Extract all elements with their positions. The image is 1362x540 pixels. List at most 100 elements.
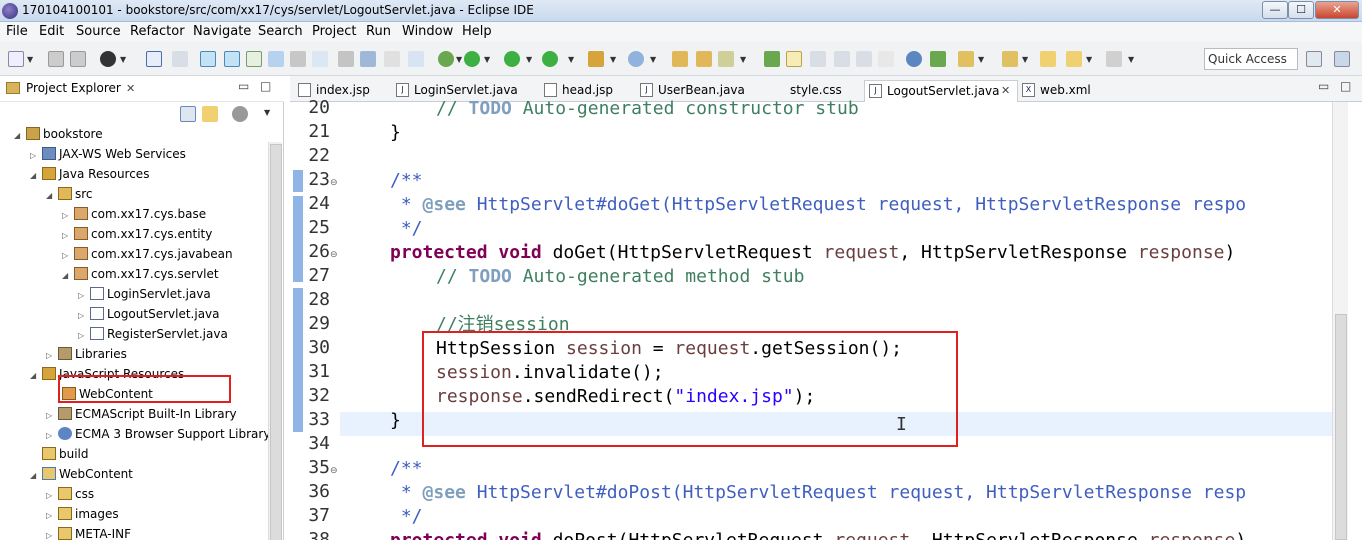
coverage-icon[interactable] bbox=[504, 51, 520, 67]
forward-icon[interactable] bbox=[1106, 51, 1122, 67]
menu-window[interactable]: Window bbox=[402, 24, 453, 39]
tree-item-ecmascript-lib[interactable]: ▷ ECMAScript Built-In Library bbox=[46, 404, 237, 424]
tree-item-libraries[interactable]: ▷ Libraries bbox=[46, 344, 127, 364]
tree-item-package-entity[interactable]: ▷ com.xx17.cys.entity bbox=[62, 224, 212, 244]
collapse-arrow-icon[interactable]: ◢ bbox=[30, 166, 42, 186]
tree-item-java-resources[interactable]: ◢ Java Resources bbox=[30, 164, 149, 184]
next-annotation-icon[interactable] bbox=[930, 51, 946, 67]
quick-access-input[interactable]: Quick Access bbox=[1204, 48, 1298, 70]
external-tools-icon[interactable] bbox=[290, 51, 306, 67]
tree-item-bookstore[interactable]: ◢ bookstore bbox=[14, 124, 103, 144]
menu-edit[interactable]: Edit bbox=[39, 24, 64, 39]
close-icon[interactable]: ✕ bbox=[126, 82, 135, 95]
java-ee-perspective-icon[interactable] bbox=[1334, 51, 1350, 67]
new-java-dropdown-icon[interactable]: ▼ bbox=[610, 55, 616, 64]
mark-occurrences-icon[interactable] bbox=[786, 51, 802, 67]
terminal-icon[interactable] bbox=[146, 51, 162, 67]
save-icon[interactable] bbox=[48, 51, 64, 67]
expand-arrow-icon[interactable]: ▷ bbox=[78, 286, 90, 306]
tree-item-package-base[interactable]: ▷ com.xx17.cys.base bbox=[62, 204, 206, 224]
edit-icon[interactable] bbox=[718, 51, 734, 67]
editor-scrollbar[interactable] bbox=[1332, 102, 1348, 540]
cut-icon[interactable] bbox=[338, 51, 354, 67]
maximize-view-icon[interactable]: □ bbox=[260, 79, 271, 93]
globe-icon[interactable] bbox=[906, 51, 922, 67]
deploy-icon[interactable] bbox=[246, 51, 262, 67]
expand-arrow-icon[interactable]: ▷ bbox=[78, 306, 90, 326]
open-folder-icon[interactable] bbox=[672, 51, 688, 67]
tree-item-meta-inf[interactable]: ▷ META-INF bbox=[46, 524, 131, 540]
search-icon[interactable] bbox=[408, 51, 424, 67]
tree-item-package-servlet[interactable]: ◢ com.xx17.cys.servlet bbox=[62, 264, 219, 284]
collapse-arrow-icon[interactable]: ◢ bbox=[30, 366, 42, 386]
fold-toggle-icon[interactable]: ⊖ bbox=[330, 466, 338, 476]
profile-icon[interactable] bbox=[100, 51, 116, 67]
pilcrow-icon[interactable] bbox=[878, 51, 894, 67]
next-edit-icon[interactable] bbox=[1002, 51, 1018, 67]
prev-edit-dropdown-icon[interactable]: ▼ bbox=[978, 55, 984, 64]
save-all-icon[interactable] bbox=[70, 51, 86, 67]
expand-arrow-icon[interactable]: ▷ bbox=[46, 426, 58, 446]
expand-arrow-icon[interactable]: ▷ bbox=[62, 206, 74, 226]
tree-item-register-servlet[interactable]: ▷ RegisterServlet.java bbox=[78, 324, 228, 344]
new-icon[interactable] bbox=[8, 51, 24, 67]
tree-item-webcontent[interactable]: ◢ WebContent bbox=[30, 464, 133, 484]
fold-toggle-icon[interactable]: ⊖ bbox=[330, 178, 338, 188]
maximize-button[interactable]: ☐ bbox=[1288, 1, 1314, 19]
open-task-icon[interactable] bbox=[696, 51, 712, 67]
tree-item-logout-servlet[interactable]: ▷ LogoutServlet.java bbox=[78, 304, 220, 324]
tree-item-build[interactable]: build bbox=[30, 444, 89, 464]
tree-item-images[interactable]: ▷ images bbox=[46, 504, 119, 524]
close-tab-icon[interactable]: ✕ bbox=[1001, 81, 1010, 101]
menu-project[interactable]: Project bbox=[312, 24, 356, 39]
back-dropdown-icon[interactable]: ▼ bbox=[1086, 55, 1092, 64]
open-perspective-icon[interactable] bbox=[1306, 51, 1322, 67]
profile-dropdown-icon[interactable]: ▼ bbox=[120, 55, 126, 64]
view-menu-icon[interactable]: ▼ bbox=[264, 108, 270, 117]
paste-icon[interactable] bbox=[384, 51, 400, 67]
menu-refactor[interactable]: Refactor bbox=[130, 24, 185, 39]
minimize-editor-icon[interactable]: ▭ bbox=[1318, 79, 1329, 93]
new-class-dropdown-icon[interactable]: ▼ bbox=[650, 55, 656, 64]
expand-arrow-icon[interactable]: ▷ bbox=[30, 146, 42, 166]
toggle-annotation-icon[interactable] bbox=[764, 51, 780, 67]
scrollbar-thumb[interactable] bbox=[1335, 314, 1347, 540]
tab-logout-servlet[interactable]: J LogoutServlet.java ✕ bbox=[864, 80, 1018, 102]
edit-dropdown-icon[interactable]: ▼ bbox=[740, 55, 746, 64]
skip-breakpoints-icon[interactable] bbox=[172, 51, 188, 67]
menu-search[interactable]: Search bbox=[258, 24, 303, 39]
editor-body[interactable]: 20 21 22 23 24 25 26 27 28 29 30 31 32 3… bbox=[290, 97, 1362, 540]
new-dropdown-icon[interactable]: ▼ bbox=[27, 55, 33, 64]
tree-item-jax-ws[interactable]: ▷ JAX-WS Web Services bbox=[30, 144, 186, 164]
show-whitespace-icon[interactable] bbox=[856, 51, 872, 67]
expand-arrow-icon[interactable]: ▷ bbox=[46, 346, 58, 366]
link-editor-icon[interactable] bbox=[202, 106, 218, 122]
word-wrap-icon[interactable] bbox=[834, 51, 850, 67]
minimize-view-icon[interactable]: ▭ bbox=[238, 79, 249, 93]
back-icon[interactable] bbox=[1066, 51, 1082, 67]
debug-icon[interactable] bbox=[438, 51, 454, 67]
minimize-button[interactable]: — bbox=[1262, 1, 1288, 19]
prev-edit-icon[interactable] bbox=[958, 51, 974, 67]
publish-icon[interactable] bbox=[224, 51, 240, 67]
run-icon[interactable] bbox=[464, 51, 480, 67]
menu-navigate[interactable]: Navigate bbox=[193, 24, 251, 39]
close-window-button[interactable]: ✕ bbox=[1315, 1, 1359, 19]
menu-help[interactable]: Help bbox=[462, 24, 492, 39]
next-edit-dropdown-icon[interactable]: ▼ bbox=[1022, 55, 1028, 64]
run-dropdown-icon[interactable]: ▼ bbox=[484, 55, 490, 64]
scrollbar-thumb[interactable] bbox=[270, 144, 282, 540]
open-type-icon[interactable] bbox=[312, 51, 328, 67]
external-run-icon[interactable] bbox=[542, 51, 558, 67]
expand-arrow-icon[interactable]: ▷ bbox=[46, 506, 58, 526]
tree-item-src[interactable]: ◢ src bbox=[46, 184, 93, 204]
tree-item-package-javabean[interactable]: ▷ com.xx17.cys.javabean bbox=[62, 244, 233, 264]
tree-item-login-servlet[interactable]: ▷ LoginServlet.java bbox=[78, 284, 211, 304]
menu-run[interactable]: Run bbox=[366, 24, 391, 39]
maximize-editor-icon[interactable]: □ bbox=[1340, 79, 1351, 93]
menu-file[interactable]: File bbox=[6, 24, 28, 39]
console-icon[interactable] bbox=[268, 51, 284, 67]
server-icon[interactable] bbox=[200, 51, 216, 67]
menu-source[interactable]: Source bbox=[76, 24, 121, 39]
new-class-icon[interactable] bbox=[628, 51, 644, 67]
